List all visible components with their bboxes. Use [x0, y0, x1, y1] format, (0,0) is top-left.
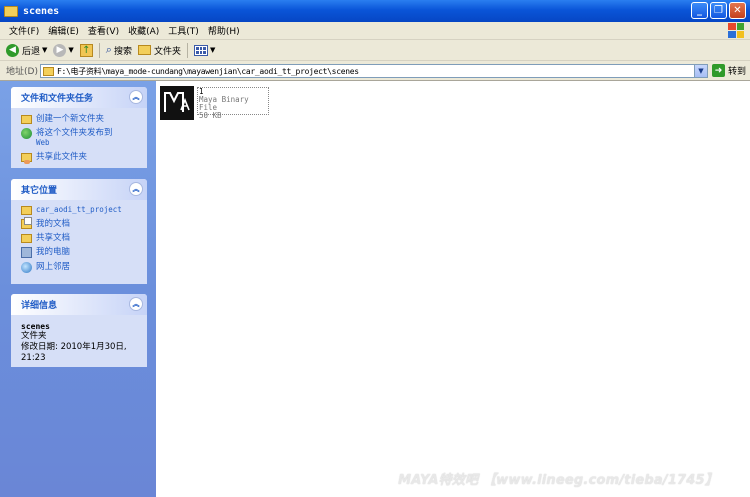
maximize-button[interactable]: ❐: [710, 2, 727, 19]
title-bar: scenes _ ❐ ✕: [0, 0, 750, 22]
back-button[interactable]: ◀ 后退 ▼: [6, 43, 47, 57]
other-places-panel: 其它位置 ︽ car_aodi_tt_project 我的文档 共享文档 我的电…: [11, 179, 147, 284]
collapse-icon[interactable]: ︽: [129, 182, 143, 196]
detail-type: 文件夹: [21, 331, 47, 341]
back-arrow-icon: ◀: [6, 43, 19, 57]
details-panel: 详细信息 ︽ scenes 文件夹 修改日期: 2010年1月30日, 21:2…: [11, 294, 147, 367]
go-arrow-icon: ➜: [712, 64, 725, 77]
views-dropdown-icon: ▼: [210, 46, 216, 54]
back-dropdown-icon[interactable]: ▼: [42, 46, 47, 54]
file-size: 50 KB: [199, 111, 222, 120]
collapse-icon[interactable]: ︽: [129, 297, 143, 311]
folder-icon: [43, 66, 54, 76]
address-dropdown-icon[interactable]: ▼: [694, 65, 707, 77]
task-share-folder[interactable]: 共享此文件夹: [21, 152, 139, 164]
file-list[interactable]: 1 Maya Binary File 50 KB: [156, 81, 750, 497]
folder-icon: [21, 206, 32, 215]
address-path: F:\电子资料\maya_mode-cundang\mayawenjian\ca…: [57, 66, 359, 76]
menu-edit[interactable]: 编辑(E): [48, 24, 79, 37]
search-icon: ⌕: [105, 43, 112, 56]
file-type: Maya Binary File: [199, 95, 249, 112]
task-pane: 文件和文件夹任务 ︽ 创建一个新文件夹 将这个文件夹发布到 Web 共享此文件夹 …: [0, 81, 156, 497]
other-places-title: 其它位置: [21, 186, 58, 196]
place-label: 共享文档: [36, 233, 71, 243]
details-panel-title: 详细信息: [21, 301, 58, 311]
place-my-documents[interactable]: 我的文档: [21, 217, 139, 229]
up-folder-button[interactable]: ↑: [79, 43, 93, 57]
window-controls: _ ❐ ✕: [691, 2, 746, 19]
detail-name: scenes: [21, 322, 50, 331]
watermark: MAYA特效吧 【www.lineeg.com/tieba/1745】: [398, 473, 718, 488]
address-input[interactable]: F:\电子资料\maya_mode-cundang\mayawenjian\ca…: [40, 64, 708, 78]
place-shared-documents[interactable]: 共享文档: [21, 233, 139, 243]
address-bar: 地址(D) F:\电子资料\maya_mode-cundang\mayawenj…: [0, 61, 750, 81]
place-parent-folder[interactable]: car_aodi_tt_project: [21, 205, 139, 215]
task-new-folder[interactable]: 创建一个新文件夹: [21, 114, 139, 124]
go-label: 转到: [728, 67, 747, 77]
details-panel-header[interactable]: 详细信息 ︽: [11, 294, 147, 315]
place-label: 我的文档: [36, 219, 71, 229]
search-button[interactable]: ⌕ 搜索: [106, 43, 132, 57]
maya-file-icon: [160, 86, 194, 120]
shared-documents-icon: [21, 234, 32, 243]
menu-help[interactable]: 帮助(H): [208, 24, 240, 37]
menu-file[interactable]: 文件(F): [9, 24, 39, 37]
minimize-button[interactable]: _: [691, 2, 708, 19]
detail-modified: 修改日期: 2010年1月30日,: [21, 342, 127, 352]
place-my-computer[interactable]: 我的电脑: [21, 247, 139, 258]
tasks-panel: 文件和文件夹任务 ︽ 创建一个新文件夹 将这个文件夹发布到 Web 共享此文件夹: [11, 87, 147, 168]
my-documents-icon: [21, 217, 32, 229]
close-button[interactable]: ✕: [729, 2, 746, 19]
web-publish-icon: [21, 128, 32, 139]
menu-tools[interactable]: 工具(T): [168, 24, 199, 37]
forward-arrow-icon: ▶: [53, 43, 67, 57]
place-network[interactable]: 网上邻居: [21, 262, 139, 273]
toolbar-divider: [98, 42, 100, 58]
views-icon: [194, 44, 208, 56]
menu-favorites[interactable]: 收藏(A): [128, 24, 159, 37]
detail-modified-time: 21:23: [21, 353, 46, 363]
views-button[interactable]: ▼: [194, 44, 216, 56]
new-folder-icon: [21, 115, 32, 124]
forward-button[interactable]: ▶ ▼: [53, 43, 74, 57]
search-label: 搜索: [113, 46, 132, 57]
tasks-panel-title: 文件和文件夹任务: [21, 94, 94, 104]
other-places-header[interactable]: 其它位置 ︽: [11, 179, 147, 200]
network-places-icon: [21, 262, 32, 273]
file-label: 1 Maya Binary File 50 KB: [197, 87, 269, 120]
windows-logo-icon: [728, 23, 744, 38]
back-label: 后退: [22, 46, 41, 57]
place-label: 网上邻居: [36, 262, 71, 272]
task-label: 将这个文件夹发布到 Web: [36, 128, 113, 147]
my-computer-icon: [21, 247, 32, 258]
task-publish-web[interactable]: 将这个文件夹发布到 Web: [21, 128, 139, 148]
menu-view[interactable]: 查看(V): [88, 24, 119, 37]
collapse-icon[interactable]: ︽: [129, 90, 143, 104]
folders-icon: [137, 45, 151, 55]
forward-dropdown-icon[interactable]: ▼: [68, 46, 73, 54]
place-label: car_aodi_tt_project: [36, 205, 122, 214]
tasks-panel-header[interactable]: 文件和文件夹任务 ︽: [11, 87, 147, 108]
folder-icon: [4, 5, 18, 17]
folders-button[interactable]: 文件夹: [137, 44, 181, 57]
folders-label: 文件夹: [153, 46, 181, 57]
up-folder-icon: ↑: [79, 43, 93, 57]
go-button[interactable]: ➜ 转到: [712, 64, 746, 77]
task-label: 共享此文件夹: [36, 152, 88, 162]
menu-bar: 文件(F) 编辑(E) 查看(V) 收藏(A) 工具(T) 帮助(H): [0, 22, 750, 40]
place-label: 我的电脑: [36, 247, 71, 257]
task-label: 创建一个新文件夹: [36, 114, 105, 124]
address-label: 地址(D): [6, 67, 38, 77]
window-title: scenes: [23, 5, 60, 17]
toolbar-divider: [187, 42, 188, 58]
share-folder-icon: [21, 153, 32, 164]
toolbar: ◀ 后退 ▼ ▶ ▼ ↑ ⌕ 搜索 文件夹 ▼: [0, 40, 750, 61]
